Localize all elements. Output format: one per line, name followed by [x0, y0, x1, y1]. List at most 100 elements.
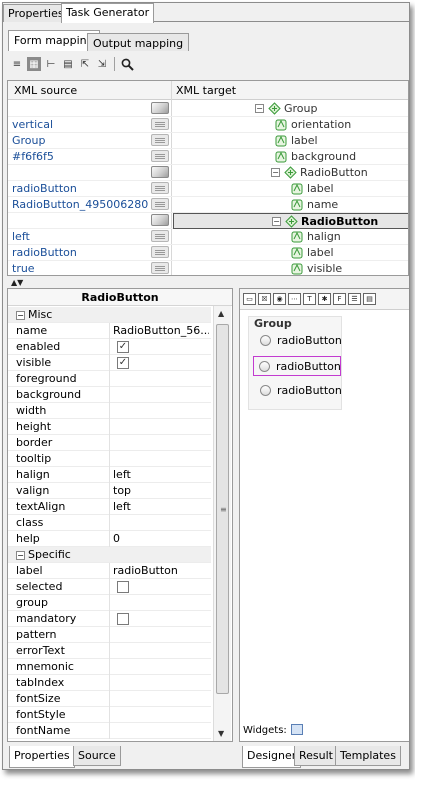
- xml-target-node[interactable]: label: [173, 133, 408, 149]
- property-row[interactable]: visible ✓: [8, 355, 211, 371]
- property-value[interactable]: left: [113, 468, 209, 481]
- property-row[interactable]: textAlign left: [8, 499, 211, 515]
- radio-circle-icon[interactable]: [260, 385, 271, 396]
- mapping-row[interactable]: − Group: [8, 101, 408, 117]
- value-mapping-icon[interactable]: [151, 198, 169, 210]
- xml-target-node[interactable]: name: [173, 197, 408, 213]
- property-value[interactable]: left: [113, 500, 209, 513]
- scroll-up-icon[interactable]: ▲: [218, 309, 224, 318]
- tab-task-generator[interactable]: Task Generator: [61, 3, 155, 23]
- mapping-row[interactable]: Group label: [8, 133, 408, 149]
- property-checkbox[interactable]: ✓: [117, 357, 129, 369]
- xml-source-value[interactable]: #f6f6f5: [12, 150, 152, 163]
- property-row[interactable]: label radioButton: [8, 563, 211, 579]
- radio-button[interactable]: radioButton: [255, 381, 342, 401]
- tab-designer[interactable]: Designer: [242, 746, 302, 768]
- property-row[interactable]: pattern: [8, 627, 211, 643]
- collapse-icon[interactable]: −: [16, 551, 25, 560]
- search-icon[interactable]: [120, 57, 134, 71]
- column-header-xml-source[interactable]: XML source: [14, 84, 77, 97]
- property-row[interactable]: tooltip: [8, 451, 211, 467]
- property-row[interactable]: border: [8, 435, 211, 451]
- mapping-row[interactable]: vertical orientation: [8, 117, 408, 133]
- document-icon[interactable]: ▤: [61, 57, 75, 71]
- table-widget-icon[interactable]: ▤: [363, 293, 376, 305]
- value-mapping-icon[interactable]: [151, 150, 169, 162]
- tab-properties[interactable]: Properties: [3, 4, 69, 22]
- xml-target-node[interactable]: − RadioButton: [173, 213, 408, 229]
- scrollbar-thumb[interactable]: ≡: [216, 324, 229, 694]
- tab-source[interactable]: Source: [73, 746, 121, 766]
- property-category[interactable]: − Misc: [8, 307, 211, 323]
- label-widget-icon[interactable]: ⋯: [288, 293, 301, 305]
- splitter-arrows-icon[interactable]: ▲▼: [11, 278, 23, 287]
- panel-widget-icon[interactable]: ▭: [243, 293, 256, 305]
- property-value[interactable]: radioButton: [113, 564, 209, 577]
- tab-templates[interactable]: Templates: [335, 746, 401, 766]
- property-checkbox[interactable]: [117, 581, 129, 593]
- mapping-row[interactable]: − RadioButton: [8, 165, 408, 181]
- property-row[interactable]: valign top: [8, 483, 211, 499]
- xml-source-value[interactable]: vertical: [12, 118, 152, 131]
- tab-form-mapping[interactable]: Form mapping: [8, 30, 100, 51]
- value-mapping-icon[interactable]: [151, 134, 169, 146]
- scroll-down-icon[interactable]: ▼: [218, 729, 224, 738]
- container-mapping-icon[interactable]: [151, 166, 169, 178]
- collapse-icon[interactable]: −: [271, 168, 280, 177]
- property-row[interactable]: group: [8, 595, 211, 611]
- value-mapping-icon[interactable]: [151, 246, 169, 258]
- radio-circle-icon[interactable]: [260, 335, 271, 346]
- property-row[interactable]: background: [8, 387, 211, 403]
- property-row[interactable]: width: [8, 403, 211, 419]
- container-mapping-icon[interactable]: [151, 102, 169, 114]
- collapse-icon[interactable]: −: [255, 104, 264, 113]
- property-row[interactable]: enabled ✓: [8, 339, 211, 355]
- property-row[interactable]: mnemonic: [8, 659, 211, 675]
- textfield-widget-icon[interactable]: T: [303, 293, 316, 305]
- column-header-xml-target[interactable]: XML target: [176, 84, 236, 97]
- property-checkbox[interactable]: ✓: [117, 341, 129, 353]
- property-row[interactable]: help 0: [8, 531, 211, 547]
- property-row[interactable]: errorText: [8, 643, 211, 659]
- grid-icon[interactable]: ▦: [27, 57, 41, 71]
- xml-target-node[interactable]: visible: [173, 261, 408, 275]
- property-row[interactable]: selected: [8, 579, 211, 595]
- xml-source-value[interactable]: RadioButton_495006280: [12, 198, 152, 211]
- xml-source-value[interactable]: radioButton: [12, 182, 152, 195]
- tab-properties-bottom[interactable]: Properties: [9, 746, 75, 768]
- property-value[interactable]: RadioButton_56...: [113, 324, 209, 337]
- value-mapping-icon[interactable]: [151, 230, 169, 242]
- mapping-row[interactable]: − RadioButton: [8, 213, 408, 229]
- mapping-row[interactable]: RadioButton_495006280 name: [8, 197, 408, 213]
- widgets-list-icon[interactable]: [290, 724, 303, 735]
- xml-target-node[interactable]: background: [173, 149, 408, 165]
- checkbox-widget-icon[interactable]: ☒: [258, 293, 271, 305]
- properties-scrollbar[interactable]: ▲ ≡ ▼: [213, 306, 231, 741]
- form-widget-icon[interactable]: F: [333, 293, 346, 305]
- group-widget[interactable]: Group radioButton radioButton radioButton: [248, 316, 342, 410]
- xml-source-value[interactable]: left: [12, 230, 152, 243]
- mapping-row[interactable]: true visible: [8, 261, 408, 275]
- value-mapping-icon[interactable]: [151, 262, 169, 274]
- value-mapping-icon[interactable]: [151, 182, 169, 194]
- xml-source-value[interactable]: radioButton: [12, 246, 152, 259]
- radio-button[interactable]: radioButton: [255, 331, 342, 351]
- xml-target-node[interactable]: orientation: [173, 117, 408, 133]
- property-row[interactable]: foreground: [8, 371, 211, 387]
- list-icon[interactable]: ≡: [10, 57, 24, 71]
- export-icon[interactable]: ⇱: [78, 57, 92, 71]
- property-category[interactable]: − Specific: [8, 547, 211, 563]
- xml-target-node[interactable]: halign: [173, 229, 408, 245]
- tab-result[interactable]: Result: [294, 746, 338, 766]
- property-row[interactable]: height: [8, 419, 211, 435]
- tree-icon[interactable]: ⊢: [44, 57, 58, 71]
- password-widget-icon[interactable]: ✱: [318, 293, 331, 305]
- collapse-icon[interactable]: −: [272, 217, 281, 226]
- property-value[interactable]: top: [113, 484, 209, 497]
- property-row[interactable]: fontSize: [8, 691, 211, 707]
- container-mapping-icon[interactable]: [151, 214, 169, 226]
- xml-target-node[interactable]: − Group: [173, 101, 408, 117]
- property-checkbox[interactable]: [117, 613, 129, 625]
- mapping-row[interactable]: left halign: [8, 229, 408, 245]
- radio-widget-icon[interactable]: ◉: [273, 293, 286, 305]
